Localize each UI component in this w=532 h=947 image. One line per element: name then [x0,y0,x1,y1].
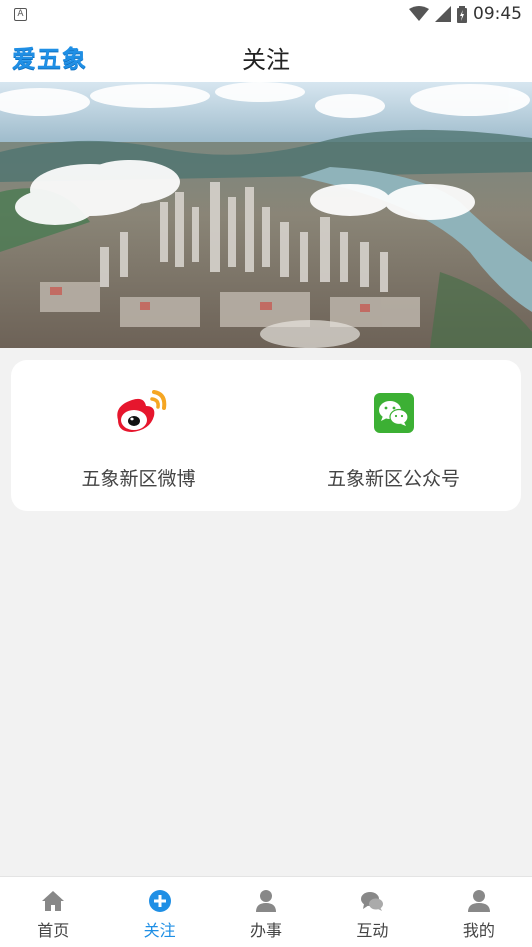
user-icon [467,890,490,912]
tab-home[interactable]: 首页 [0,877,106,947]
city-aerial-illustration [0,82,532,348]
wechat-entry[interactable]: 五象新区公众号 [266,360,521,511]
tab-mine[interactable]: 我的 [426,877,532,947]
person-icon [256,890,277,912]
bottom-tab-bar: 首页 关注 办事 互动 我的 [0,876,532,947]
tab-services[interactable]: 办事 [213,877,319,947]
tab-follow[interactable]: 关注 [106,877,212,947]
battery-icon [457,5,467,23]
wifi-icon [409,6,429,21]
weibo-label: 五象新区微博 [81,468,196,490]
banner-image [0,82,532,348]
tab-home-label: 首页 [37,921,70,940]
signal-icon [435,6,451,22]
weibo-entry[interactable]: 五象新区微博 [11,360,266,511]
tab-interact[interactable]: 互动 [319,877,425,947]
tab-interact-label: 互动 [356,921,389,940]
plus-circle-icon [148,890,171,912]
tab-services-label: 办事 [250,921,283,940]
tab-follow-label: 关注 [143,921,176,940]
notification-badge: A [14,8,27,21]
wechat-icon [373,393,414,433]
chat-icon [361,892,384,911]
clock: 09:45 [473,4,522,24]
home-icon [42,891,65,911]
page-title: 关注 [242,46,290,74]
app-bar: 爱五象 关注 [0,28,532,82]
status-bar: A 09:45 [0,0,532,28]
tab-mine-label: 我的 [462,921,495,940]
follow-card: 五象新区微博 五象新区公众号 [11,360,521,511]
weibo-icon [116,390,166,432]
status-icons: 09:45 [409,4,522,24]
wechat-label: 五象新区公众号 [326,468,460,490]
